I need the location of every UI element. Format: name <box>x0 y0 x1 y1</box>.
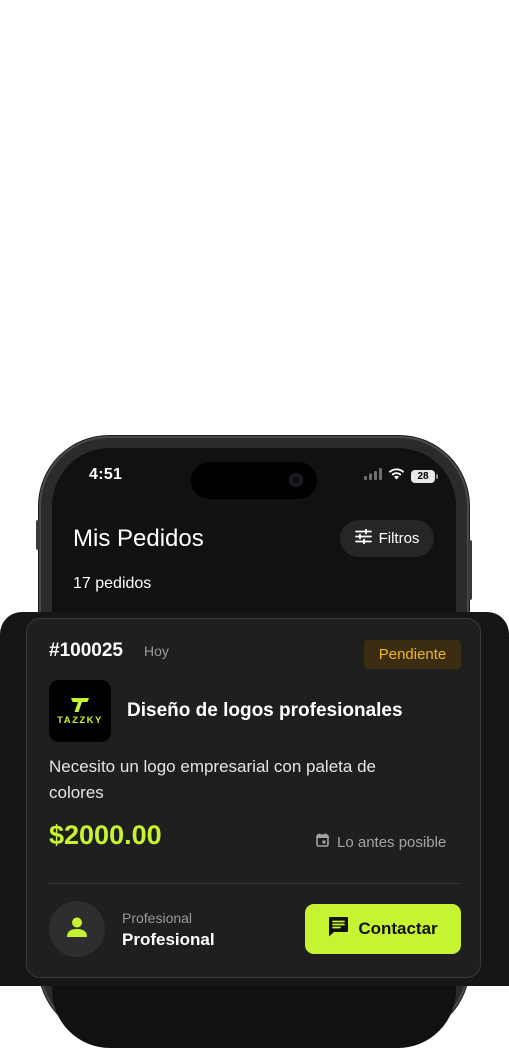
order-id: #100025 <box>49 640 123 661</box>
contact-button[interactable]: Contactar <box>305 904 461 954</box>
page-title: Mis Pedidos <box>73 525 204 552</box>
status-icons: 28 <box>364 467 438 485</box>
logo-text: TAZZKY <box>57 714 103 726</box>
filter-button[interactable]: Filtros <box>340 520 434 557</box>
signal-icon <box>364 467 382 485</box>
wifi-icon <box>388 467 405 485</box>
service-title: Diseño de logos profesionales <box>127 700 403 721</box>
calendar-icon <box>316 833 329 851</box>
order-price: $2000.00 <box>49 820 162 850</box>
deadline-label: Lo antes posible <box>337 833 447 851</box>
phone-side-button <box>36 520 40 550</box>
order-date: Hoy <box>144 643 169 659</box>
filter-label: Filtros <box>378 530 420 547</box>
chat-icon <box>328 916 349 942</box>
order-description: Necesito un logo empresarial con paleta … <box>49 757 376 802</box>
person-icon <box>66 916 88 943</box>
filter-icon <box>354 528 372 548</box>
order-count: 17 pedidos <box>73 575 152 592</box>
professional-name: Profesional <box>122 930 215 949</box>
status-time: 4:51 <box>89 466 123 483</box>
camera <box>289 473 303 487</box>
professional-label: Profesional <box>122 910 193 926</box>
contact-label: Contactar <box>358 919 438 938</box>
battery-icon: 28 <box>411 469 438 483</box>
phone-side-button <box>468 540 472 600</box>
status-badge: Pendiente <box>364 640 461 669</box>
tazzky-logo: TAZZKY <box>49 680 111 742</box>
deadline: Lo antes posible <box>316 833 446 851</box>
tazzky-logo-mark <box>71 697 89 712</box>
avatar <box>49 901 105 957</box>
divider <box>49 883 461 884</box>
